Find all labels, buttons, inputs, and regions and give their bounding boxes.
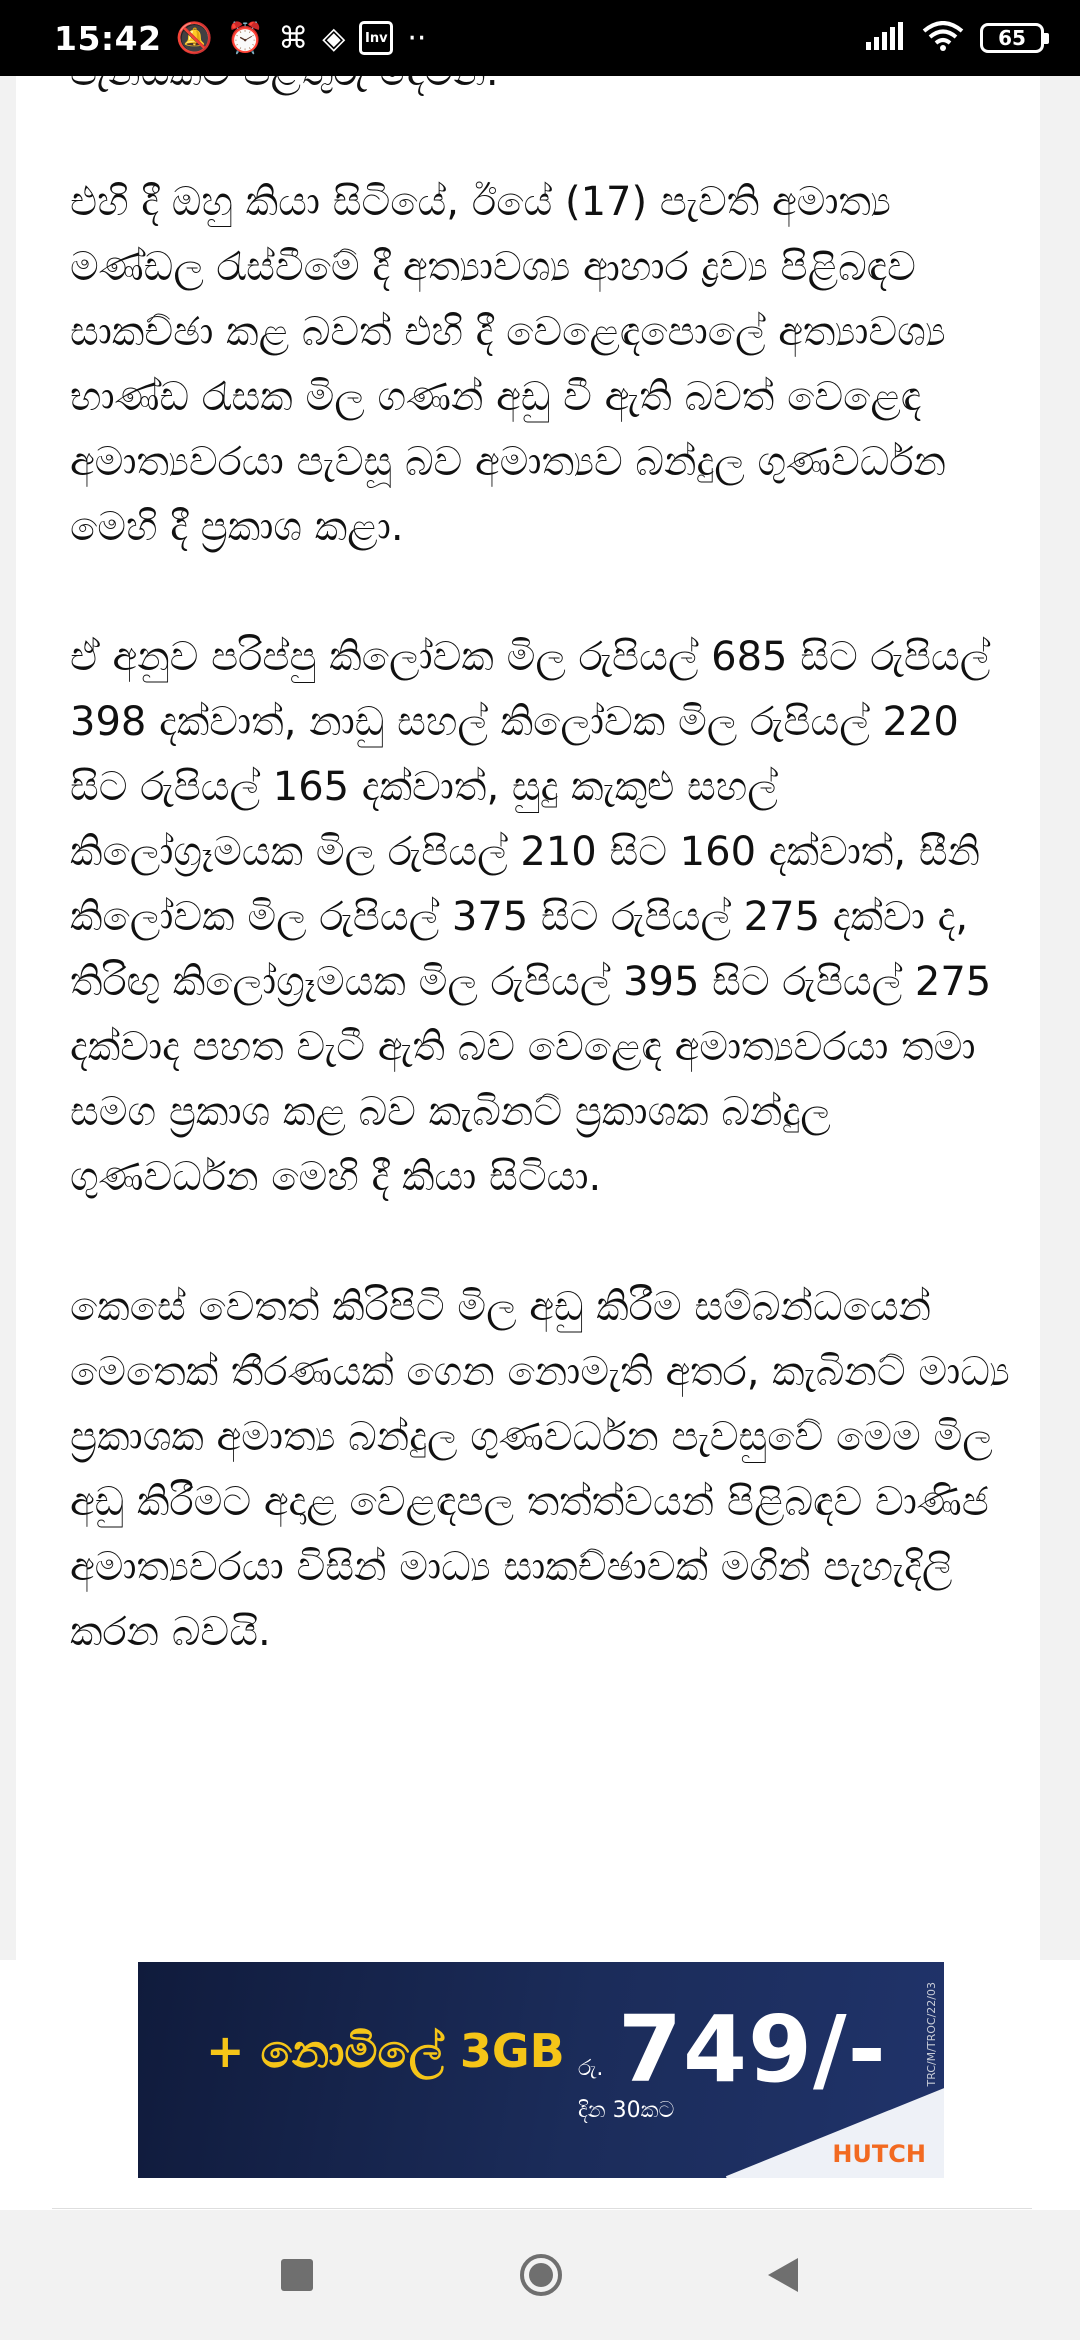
system-navigation-bar xyxy=(0,2210,1080,2340)
ad-regulatory-code: TRC/M/TROC/22/03 xyxy=(925,1982,938,2087)
back-triangle-icon xyxy=(768,2258,798,2292)
battery-icon: 65 xyxy=(980,23,1049,53)
ad-headline: + නොමිලේ 3GB xyxy=(206,2024,565,2078)
home-circle-icon xyxy=(520,2254,562,2296)
invest-app-icon: Inv xyxy=(359,21,394,55)
mute-notifications-icon: 🔕 xyxy=(175,20,213,56)
article-paragraph: කෙසේ වෙතත් කිරිපිටි මිල අඩු කිරීම සම්බන්… xyxy=(70,1284,1010,1655)
notification-icons: 🔕 ⏰ ⌘ ◈ Inv ·· xyxy=(176,21,427,56)
status-bar: 15:42 🔕 ⏰ ⌘ ◈ Inv ·· 65 xyxy=(0,0,1080,76)
hutch-ad-banner[interactable]: + නොමිලේ 3GB රු. 749/- දින 30කට HUTCH TR… xyxy=(138,1962,944,2178)
article-body: පැනයකට පිළිතුරු දෙමින්. එහි දී ඔහු කියා … xyxy=(70,76,1010,1730)
ad-brand-logo: HUTCH xyxy=(832,2140,926,2168)
divider xyxy=(52,2208,1032,2209)
back-button[interactable] xyxy=(762,2254,804,2296)
recents-square-icon xyxy=(281,2259,313,2291)
home-button[interactable] xyxy=(516,2250,566,2300)
more-notifications-icon: ·· xyxy=(407,20,427,56)
ad-duration: දින 30කට xyxy=(578,2098,675,2123)
signal-bars-icon xyxy=(866,22,906,54)
system-status-icons: 65 xyxy=(866,21,1049,55)
article-paragraph: එහි දී ඔහු කියා සිටියේ, ඊයේ (17) පැවති අ… xyxy=(70,179,947,550)
recents-button[interactable] xyxy=(276,2254,318,2296)
article-paragraph: ඒ අනුව පරිප්පු කිලෝවක මිල රුපියල් 685 සි… xyxy=(70,634,992,1200)
ad-price: 749/- xyxy=(618,1996,887,2103)
status-time: 15:42 xyxy=(54,18,162,58)
app-grid-icon: ⌘ xyxy=(278,20,309,56)
alarm-icon: ⏰ xyxy=(226,20,265,56)
article-card: පැනයකට පිළිතුරු දෙමින්. එහි දී ඔහු කියා … xyxy=(16,76,1040,1960)
ad-currency: රු. xyxy=(578,2056,604,2081)
ad-area: + නොමිලේ 3GB රු. 749/- දින 30කට HUTCH TR… xyxy=(0,1960,1080,2210)
binance-icon: ◈ xyxy=(322,20,346,56)
wifi-icon xyxy=(922,21,964,55)
article-paragraph: පැනයකට පිළිතුරු දෙමින්. xyxy=(70,76,1010,105)
